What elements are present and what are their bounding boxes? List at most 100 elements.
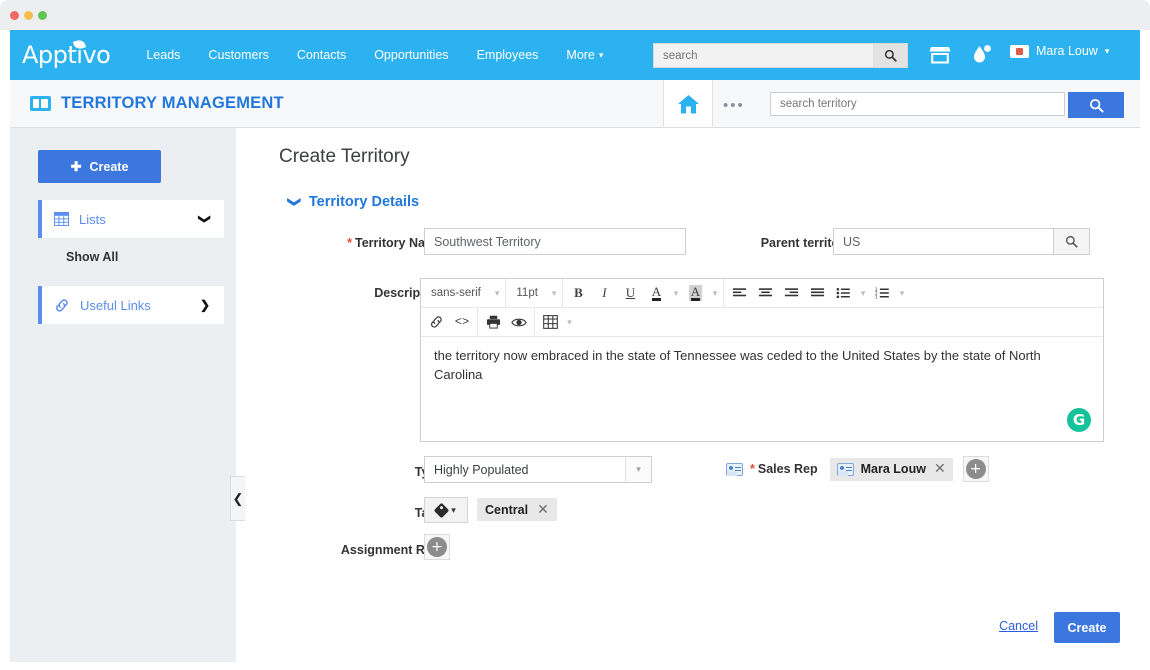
plus-circle-icon: ✚ (71, 159, 82, 175)
brand-name: Apptivo (22, 41, 110, 69)
search-input[interactable] (654, 44, 873, 67)
align-center-button[interactable] (752, 281, 778, 305)
apptivo-logo[interactable]: Apptivo (22, 41, 110, 69)
sidebar-item-lists[interactable]: Lists ❯ (38, 200, 224, 238)
module-more-options[interactable]: ••• (723, 97, 745, 114)
sidebar-item-useful-links-label: Useful Links (80, 298, 151, 313)
remove-tag-icon[interactable]: ✕ (537, 502, 549, 518)
preview-button[interactable] (506, 310, 532, 334)
cancel-link[interactable]: Cancel (999, 619, 1038, 633)
insert-link-button[interactable] (423, 310, 449, 334)
source-code-button[interactable]: <> (449, 310, 475, 334)
plus-circle-icon: + (966, 459, 986, 479)
nav-link-opportunities[interactable]: Opportunities (360, 48, 462, 62)
description-textarea[interactable]: the territory now embraced in the state … (421, 337, 1103, 441)
contact-card-icon (726, 463, 743, 476)
grammarly-icon[interactable]: G (1067, 408, 1091, 432)
align-left-button[interactable] (726, 281, 752, 305)
highlight-color-button[interactable]: A (682, 281, 708, 305)
browser-window-chrome (0, 0, 1150, 30)
font-family-select[interactable]: sans-serif ▾ (423, 281, 503, 305)
print-button[interactable] (480, 310, 506, 334)
chevron-down-icon: ▾ (552, 288, 557, 299)
parent-territory-input[interactable] (833, 228, 1054, 255)
insert-group: <> (421, 308, 478, 336)
bullet-list-dropdown[interactable]: ▾ (856, 288, 869, 299)
highlight-color-dropdown[interactable]: ▾ (708, 288, 721, 299)
numbered-list-button[interactable]: 1 2 3 (869, 281, 895, 305)
territory-search-input[interactable] (770, 92, 1065, 116)
chevron-down-icon: ❯ (286, 197, 302, 208)
contact-card-icon (837, 463, 854, 476)
tag-icon (434, 502, 450, 518)
font-family-value: sans-serif (431, 287, 481, 299)
chevron-down-icon: ▾ (625, 457, 651, 482)
sidebar-item-lists-label: Lists (79, 212, 106, 227)
font-size-select[interactable]: 11pt ▾ (508, 281, 560, 305)
remove-sales-rep-icon[interactable]: ✕ (934, 461, 946, 477)
align-justify-button[interactable] (804, 281, 830, 305)
window-maximize-button[interactable] (38, 11, 47, 20)
window-close-button[interactable] (10, 11, 19, 20)
bullet-list-icon (836, 287, 851, 299)
link-icon (429, 315, 444, 329)
territory-icon (30, 96, 51, 111)
territory-name-label: *Territory Name (283, 236, 443, 250)
chevron-down-icon: ▾ (495, 288, 500, 299)
nav-link-more[interactable]: More ▾ (552, 48, 617, 62)
bullet-list-button[interactable] (830, 281, 856, 305)
sidebar-collapse-handle[interactable]: ❮ (230, 476, 245, 521)
module-header-bar: TERRITORY MANAGEMENT ••• (10, 80, 1140, 128)
create-button[interactable]: ✚ Create (38, 150, 161, 183)
chevron-down-icon: ❯ (198, 214, 212, 224)
tags-dropdown-button[interactable]: ▾ (424, 497, 468, 523)
territory-details-section-title: Territory Details (309, 194, 419, 210)
required-asterisk: * (750, 462, 755, 476)
sidebar: ✚ Create Lists ❯ Show All (10, 128, 236, 662)
font-color-glyph: A (650, 285, 663, 301)
numbered-list-dropdown[interactable]: ▾ (895, 288, 908, 299)
nav-link-leads[interactable]: Leads (132, 48, 194, 62)
search-icon (1089, 98, 1104, 113)
nav-link-customers[interactable]: Customers (194, 48, 282, 62)
territory-search-button[interactable] (1068, 92, 1124, 118)
home-button[interactable] (663, 80, 713, 127)
window-minimize-button[interactable] (24, 11, 33, 20)
territory-name-input[interactable] (424, 228, 686, 255)
align-justify-icon (810, 287, 825, 299)
font-size-group: 11pt ▾ (506, 279, 563, 307)
align-right-button[interactable] (778, 281, 804, 305)
italic-button[interactable]: I (591, 281, 617, 305)
sidebar-item-show-all[interactable]: Show All (66, 250, 118, 264)
parent-territory-search-button[interactable] (1054, 228, 1090, 255)
font-color-dropdown[interactable]: ▾ (669, 288, 682, 299)
app-body: ✚ Create Lists ❯ Show All (10, 128, 1140, 662)
svg-text:3: 3 (875, 294, 878, 299)
territory-details-section-header[interactable]: ❯ Territory Details (289, 194, 419, 210)
create-submit-button[interactable]: Create (1054, 612, 1120, 643)
add-assignment-rule-button[interactable]: + (424, 534, 450, 560)
eye-icon (511, 316, 527, 329)
avatar (1010, 45, 1029, 58)
user-menu[interactable]: Mara Louw ▾ (1010, 44, 1109, 58)
assignment-rule-label: Assignment Rule (303, 543, 443, 557)
underline-button[interactable]: U (617, 281, 643, 305)
insert-table-dropdown[interactable]: ▾ (563, 317, 576, 328)
nav-link-contacts[interactable]: Contacts (283, 48, 360, 62)
align-center-icon (758, 287, 773, 299)
water-drop-icon[interactable] (970, 43, 994, 71)
sidebar-item-useful-links[interactable]: Useful Links ❯ (38, 286, 224, 324)
type-select[interactable]: Highly Populated ▾ (424, 456, 652, 483)
add-sales-rep-button[interactable]: + (963, 456, 989, 482)
nav-link-employees[interactable]: Employees (463, 48, 553, 62)
bold-button[interactable]: B (565, 281, 591, 305)
form-title: Create Territory (279, 146, 410, 168)
table-group: ▾ (535, 308, 578, 336)
insert-table-button[interactable] (537, 310, 563, 334)
text-style-group: B I U A ▾ A ▾ (563, 279, 724, 307)
font-color-button[interactable]: A (643, 281, 669, 305)
store-icon[interactable] (928, 43, 952, 71)
link-icon (54, 298, 70, 313)
sales-rep-chip: Mara Louw ✕ (830, 458, 953, 481)
search-button[interactable] (873, 44, 907, 67)
